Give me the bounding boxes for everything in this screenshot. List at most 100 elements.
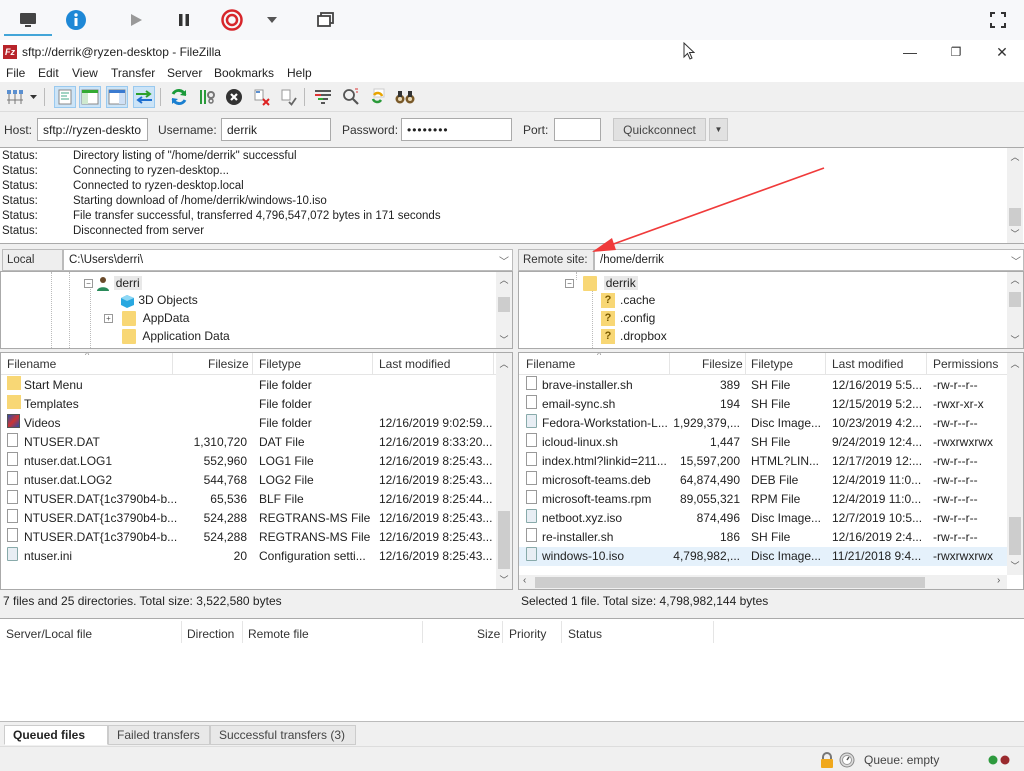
column-direction[interactable]: Direction — [187, 627, 234, 641]
file-row[interactable]: brave-installer.sh 389 SH File 12/16/2019 5… — [519, 376, 1007, 395]
local-path-dropdown-icon[interactable]: ﹀ — [499, 253, 509, 268]
toggle-remote-tree-icon[interactable] — [106, 86, 128, 108]
file-row[interactable]: Fedora-Workstation-L... 1,929,379,... Disc… — [519, 414, 1007, 433]
disconnect-icon[interactable] — [251, 86, 273, 108]
windows-icon[interactable] — [314, 8, 338, 32]
collapse-icon[interactable]: − — [565, 279, 574, 289]
menu-transfer[interactable]: Transfer — [111, 66, 155, 80]
tree-node-cache[interactable]: ? .cache — [601, 292, 655, 309]
column-filename[interactable]: Filename — [526, 357, 575, 371]
collapse-icon[interactable]: − — [84, 279, 93, 289]
column-filesize[interactable]: Filesize — [702, 357, 743, 371]
column-last-modified[interactable]: Last modified — [832, 357, 903, 371]
password-input[interactable] — [401, 118, 512, 141]
restore-button[interactable]: ❐ — [936, 40, 976, 64]
file-row[interactable]: index.html?linkid=211... 15,597,200 HTML?L… — [519, 452, 1007, 471]
file-row[interactable]: email-sync.sh 194 SH File 12/15/2019 5:2...… — [519, 395, 1007, 414]
remote-horizontal-scrollbar[interactable]: ‹ › — [519, 575, 1007, 589]
file-row[interactable]: re-installer.sh 186 SH File 12/16/2019 2:4.… — [519, 528, 1007, 547]
log-scrollbar[interactable]: ︿ ﹀ — [1007, 148, 1023, 243]
file-row-selected[interactable]: windows-10.iso 4,798,982,... Disc Image...… — [519, 547, 1007, 566]
file-row[interactable]: NTUSER.DAT{1c3790b4-b... 524,288 REGTRANS-… — [1, 528, 495, 547]
tab-successful-transfers[interactable]: Successful transfers (3) — [210, 725, 356, 745]
tree-node-derrik[interactable]: − derrik — [565, 275, 638, 292]
host-input[interactable] — [37, 118, 148, 141]
column-server-local-file[interactable]: Server/Local file — [6, 627, 92, 641]
column-remote-file[interactable]: Remote file — [248, 627, 309, 641]
username-input[interactable] — [221, 118, 331, 141]
file-row[interactable]: netboot.xyz.iso 874,496 Disc Image... 12/7/… — [519, 509, 1007, 528]
menu-edit[interactable]: Edit — [38, 66, 59, 80]
site-manager-icon[interactable] — [4, 86, 26, 108]
file-row[interactable]: microsoft-teams.rpm 89,055,321 RPM File 12/… — [519, 490, 1007, 509]
directory-listing-filters-icon[interactable] — [312, 86, 334, 108]
fullscreen-icon[interactable] — [986, 8, 1010, 32]
pause-icon[interactable] — [172, 8, 196, 32]
tree-node-3d-objects[interactable]: 3D Objects — [120, 292, 198, 309]
process-queue-icon[interactable] — [196, 86, 218, 108]
dropdown-icon[interactable] — [260, 8, 284, 32]
port-input[interactable] — [554, 118, 601, 141]
remote-path-dropdown-icon[interactable]: ﹀ — [1011, 253, 1021, 268]
file-row[interactable]: Templates File folder — [1, 395, 495, 414]
file-row[interactable]: NTUSER.DAT 1,310,720 DAT File 12/16/2019 8:… — [1, 433, 495, 452]
site-manager-dropdown-icon[interactable] — [27, 86, 39, 108]
menu-help[interactable]: Help — [287, 66, 312, 80]
refresh-icon[interactable] — [168, 86, 190, 108]
tree-node-application-data[interactable]: Application Data — [122, 328, 230, 345]
file-row[interactable]: NTUSER.DAT{1c3790b4-b... 524,288 REGTRANS-… — [1, 509, 495, 528]
column-last-modified[interactable]: Last modified — [379, 357, 450, 371]
expand-icon[interactable]: + — [104, 314, 113, 324]
remote-path-input[interactable]: /home/derrik — [594, 249, 1024, 271]
column-filetype[interactable]: Filetype — [259, 357, 301, 371]
cancel-operation-icon[interactable] — [223, 86, 245, 108]
menu-server[interactable]: Server — [167, 66, 202, 80]
column-filesize[interactable]: Filesize — [208, 357, 249, 371]
minimize-button[interactable]: — — [890, 40, 930, 64]
quickconnect-dropdown-icon[interactable]: ▼ — [709, 118, 728, 141]
local-path-input[interactable]: C:\Users\derri\ — [63, 249, 513, 271]
local-list-scrollbar[interactable]: ︿ ﹀ — [496, 353, 512, 589]
lock-icon[interactable] — [820, 752, 834, 771]
tree-node-dropbox[interactable]: ? .dropbox — [601, 328, 667, 345]
file-row[interactable]: ntuser.ini 20 Configuration setti... 12/16/… — [1, 547, 495, 566]
reconnect-icon[interactable] — [278, 86, 300, 108]
remote-list-scrollbar[interactable]: ︿ ﹀ — [1007, 353, 1023, 575]
synchronized-browsing-icon[interactable] — [367, 86, 389, 108]
menu-view[interactable]: View — [72, 66, 98, 80]
toggle-transfer-queue-icon[interactable] — [133, 86, 155, 108]
column-priority[interactable]: Priority — [509, 627, 546, 641]
power-icon[interactable] — [220, 8, 244, 32]
local-tree-scrollbar[interactable]: ︿ ﹀ — [496, 272, 512, 348]
tree-node-config[interactable]: ? .config — [601, 310, 655, 327]
tab-failed-transfers[interactable]: Failed transfers — [108, 725, 210, 745]
menu-bookmarks[interactable]: Bookmarks — [214, 66, 274, 80]
file-row[interactable]: ntuser.dat.LOG1 552,960 LOG1 File 12/16/201… — [1, 452, 495, 471]
column-status[interactable]: Status — [568, 627, 602, 641]
file-row[interactable]: NTUSER.DAT{1c3790b4-b... 65,536 BLF File 12… — [1, 490, 495, 509]
menu-file[interactable]: File — [6, 66, 25, 80]
column-size[interactable]: Size — [477, 627, 500, 641]
monitor-icon[interactable] — [16, 8, 40, 32]
tree-node-appdata[interactable]: + AppData — [104, 310, 189, 327]
directory-comparison-icon[interactable] — [340, 86, 362, 108]
column-filetype[interactable]: Filetype — [751, 357, 793, 371]
file-row[interactable]: Videos File folder 12/16/2019 9:02:59... — [1, 414, 495, 433]
column-permissions[interactable]: Permissions — [933, 357, 998, 371]
search-remote-files-icon[interactable] — [394, 86, 416, 108]
close-button[interactable]: ✕ — [982, 40, 1022, 64]
file-row[interactable]: microsoft-teams.deb 64,874,490 DEB File 12/… — [519, 471, 1007, 490]
tab-queued-files[interactable]: Queued files — [4, 725, 108, 745]
tree-node-derri[interactable]: − derri — [84, 275, 142, 292]
column-filename[interactable]: Filename — [7, 357, 56, 371]
file-row[interactable]: icloud-linux.sh 1,447 SH File 9/24/2019 12:… — [519, 433, 1007, 452]
file-row[interactable]: Start Menu File folder — [1, 376, 495, 395]
quickconnect-button[interactable]: Quickconnect — [613, 118, 706, 141]
speed-limit-icon[interactable] — [839, 752, 855, 771]
info-icon[interactable] — [64, 8, 88, 32]
play-icon[interactable] — [124, 8, 148, 32]
toggle-message-log-icon[interactable] — [54, 86, 76, 108]
toggle-local-tree-icon[interactable] — [79, 86, 101, 108]
remote-tree-scrollbar[interactable]: ︿ ﹀ — [1007, 272, 1023, 348]
file-row[interactable]: ntuser.dat.LOG2 544,768 LOG2 File 12/16/201… — [1, 471, 495, 490]
